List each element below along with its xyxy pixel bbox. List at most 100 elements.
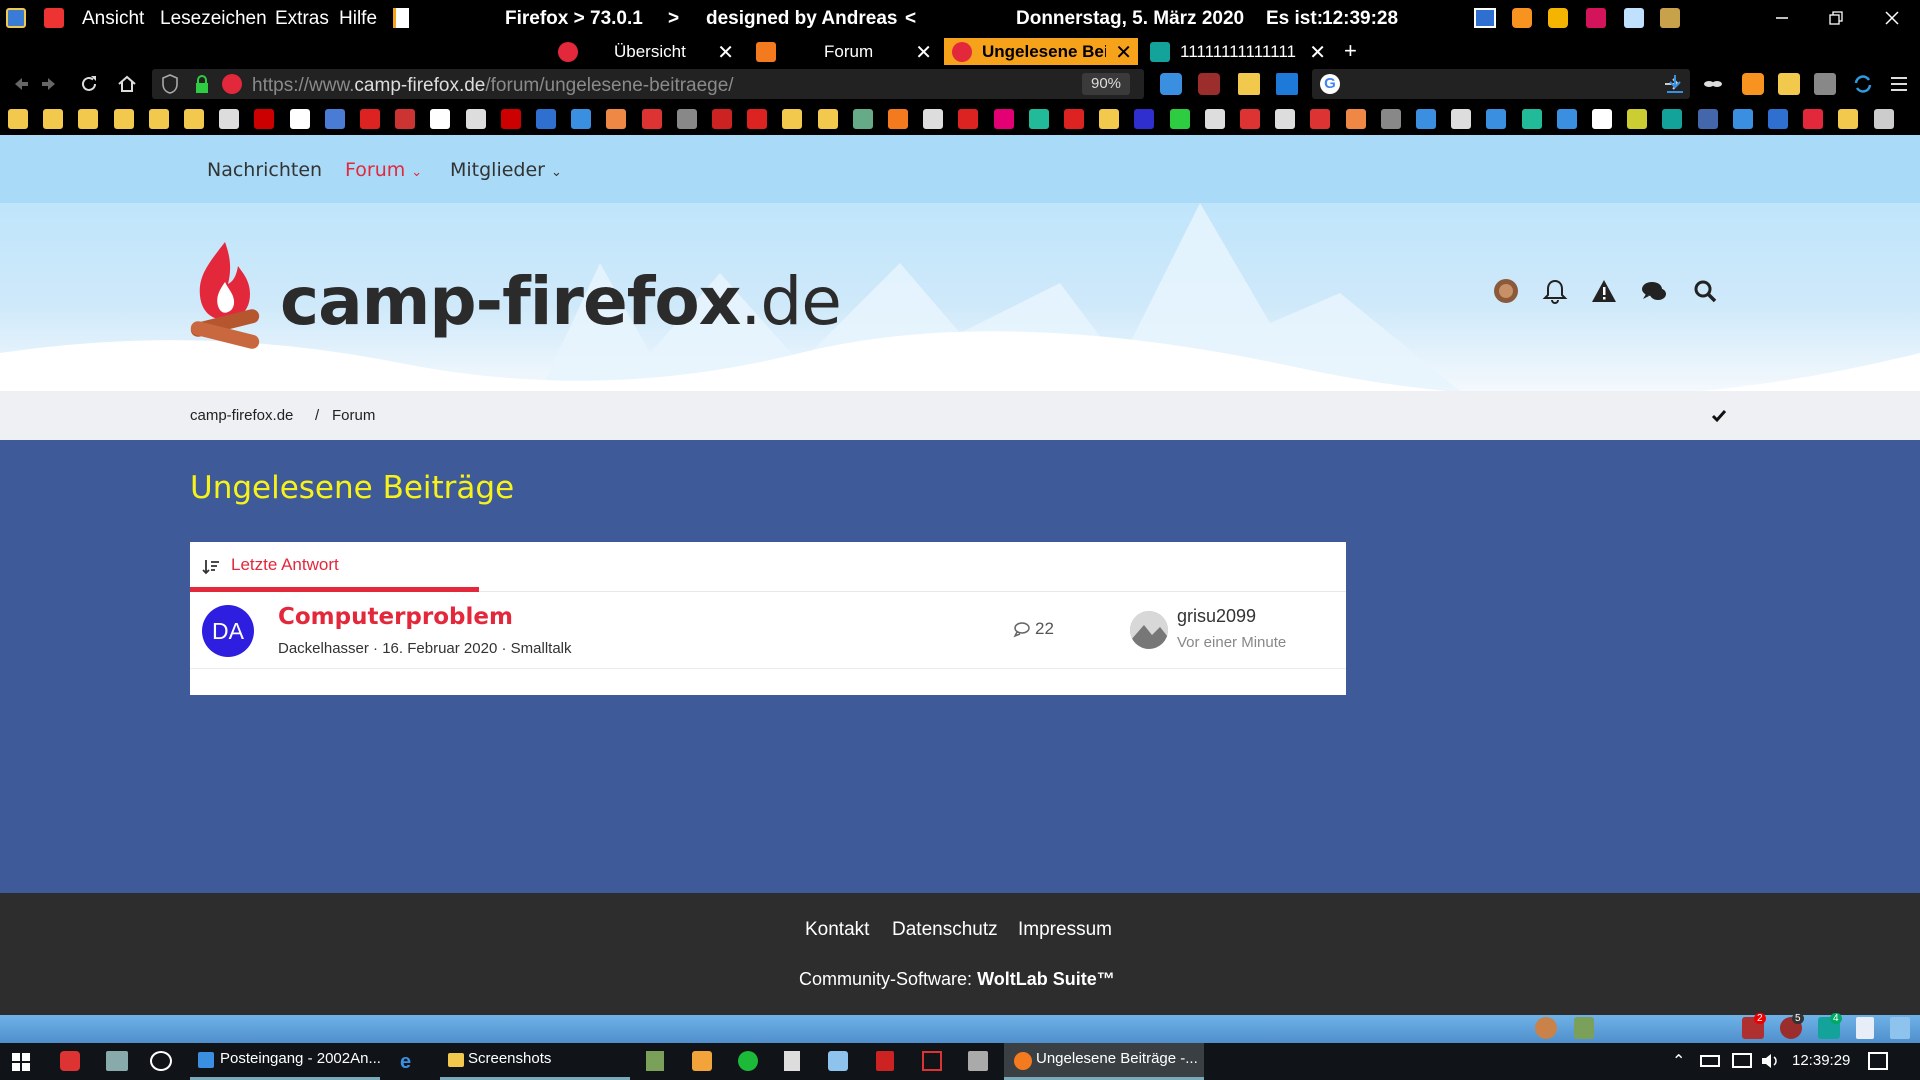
conversations-icon[interactable] bbox=[1641, 278, 1667, 304]
software-name[interactable]: WoltLab Suite™ bbox=[977, 969, 1115, 989]
bookmark-icon[interactable] bbox=[958, 109, 979, 129]
bookmark-icon[interactable] bbox=[1380, 109, 1401, 129]
shield-icon[interactable] bbox=[162, 74, 178, 94]
bookmark-icon[interactable] bbox=[430, 109, 451, 129]
calendar-icon[interactable] bbox=[44, 8, 64, 28]
taskbar-app-icon[interactable] bbox=[150, 1051, 172, 1071]
thread-row[interactable]: DA Computerproblem Dackelhasser · 16. Fe… bbox=[190, 592, 1346, 669]
bookmark-icon[interactable] bbox=[606, 109, 627, 129]
tab-uebersicht[interactable]: Übersicht ✕ bbox=[550, 38, 740, 65]
footer-link-datenschutz[interactable]: Datenschutz bbox=[892, 919, 998, 941]
breadcrumb-forum[interactable]: Forum bbox=[332, 407, 375, 424]
battery-icon[interactable] bbox=[1700, 1055, 1720, 1067]
mask-icon[interactable] bbox=[1702, 73, 1724, 95]
lock-icon[interactable] bbox=[194, 74, 210, 94]
bookmark-icon[interactable] bbox=[1768, 109, 1788, 129]
bookmark-icon[interactable] bbox=[1416, 109, 1436, 129]
nav-nachrichten[interactable]: Nachrichten bbox=[207, 159, 322, 181]
bookmark-icon[interactable] bbox=[360, 109, 380, 129]
folder-icon[interactable] bbox=[1238, 73, 1260, 95]
taskbar-app-icon[interactable] bbox=[738, 1051, 758, 1071]
bookmark-icon[interactable] bbox=[1204, 109, 1225, 129]
extension-icon[interactable] bbox=[1548, 8, 1568, 28]
extension-icon[interactable] bbox=[1778, 73, 1800, 95]
menu-extras[interactable]: Extras bbox=[275, 8, 329, 30]
footer-link-impressum[interactable]: Impressum bbox=[1018, 919, 1112, 941]
bookmark-icon[interactable] bbox=[1275, 109, 1296, 129]
taskbar-app-icon[interactable] bbox=[876, 1051, 894, 1071]
bookmark-icon[interactable] bbox=[8, 109, 28, 129]
extension-icon[interactable] bbox=[1586, 8, 1606, 28]
download-icon[interactable] bbox=[1664, 73, 1686, 95]
bookmark-icon[interactable] bbox=[1451, 109, 1472, 129]
bookmark-icon[interactable] bbox=[817, 109, 838, 129]
volume-icon[interactable] bbox=[1760, 1051, 1780, 1071]
bookmark-icon[interactable] bbox=[676, 109, 697, 129]
site-logo-text[interactable]: camp-firefox.de bbox=[280, 263, 842, 340]
menu-icon[interactable] bbox=[1888, 73, 1910, 95]
nav-forum[interactable]: Forum ⌄ bbox=[345, 159, 422, 181]
bookmark-icon[interactable] bbox=[1662, 109, 1683, 129]
bookmark-icon[interactable] bbox=[254, 109, 275, 129]
extension-icon[interactable] bbox=[1512, 8, 1532, 28]
extension-icon[interactable] bbox=[1198, 73, 1220, 95]
restore-icon[interactable] bbox=[1824, 6, 1848, 30]
bookmark-icon[interactable] bbox=[395, 109, 416, 129]
extension-icon[interactable] bbox=[1624, 8, 1644, 28]
home-icon[interactable] bbox=[116, 73, 138, 95]
tray-app-icon[interactable] bbox=[1890, 1017, 1910, 1039]
network-icon[interactable] bbox=[1732, 1053, 1752, 1068]
bookmark-icon[interactable] bbox=[1521, 109, 1542, 129]
taskbar-item-firefox[interactable]: Ungelesene Beiträge -... bbox=[1004, 1043, 1204, 1080]
minimize-icon[interactable] bbox=[1770, 6, 1794, 30]
tab-s[interactable]: 11111111111111 ✕ bbox=[1142, 38, 1332, 65]
bookmark-icon[interactable] bbox=[1064, 109, 1084, 129]
taskbar-app-icon[interactable] bbox=[828, 1051, 848, 1071]
bookmark-icon[interactable] bbox=[536, 109, 556, 129]
bookmark-icon[interactable] bbox=[782, 109, 803, 129]
clock[interactable]: 12:39:29 bbox=[1792, 1052, 1850, 1069]
bookmark-icon[interactable] bbox=[465, 109, 486, 129]
app-icon[interactable] bbox=[6, 8, 26, 28]
bookmark-icon[interactable] bbox=[571, 109, 592, 129]
campfire-logo-icon[interactable] bbox=[188, 238, 262, 350]
taskbar-app-icon[interactable] bbox=[784, 1051, 800, 1071]
breadcrumb-home[interactable]: camp-firefox.de bbox=[190, 407, 293, 424]
taskbar-item-screenshots[interactable]: Screenshots bbox=[440, 1043, 630, 1080]
notepad-icon[interactable] bbox=[393, 8, 409, 28]
bookmark-icon[interactable] bbox=[1732, 109, 1753, 129]
bookmark-icon[interactable] bbox=[1345, 109, 1366, 129]
close-tab-icon[interactable]: ✕ bbox=[1309, 40, 1326, 65]
extension-icon[interactable] bbox=[1814, 73, 1836, 95]
taskbar-item-mail[interactable]: Posteingang - 2002An... bbox=[190, 1043, 381, 1080]
close-tab-icon[interactable]: ✕ bbox=[1115, 40, 1132, 65]
bookmark-icon[interactable] bbox=[219, 109, 240, 129]
url-text[interactable]: https://www.camp-firefox.de/forum/ungele… bbox=[252, 75, 734, 97]
thread-title[interactable]: Computerproblem bbox=[278, 604, 513, 630]
bookmark-icon[interactable] bbox=[148, 109, 169, 129]
taskbar-app-icon[interactable] bbox=[106, 1051, 128, 1071]
menu-ansicht[interactable]: Ansicht bbox=[82, 8, 144, 30]
bookmark-icon[interactable] bbox=[888, 109, 908, 129]
bookmark-icon[interactable] bbox=[500, 109, 521, 129]
author-avatar[interactable]: DA bbox=[202, 605, 254, 657]
extension-icon[interactable] bbox=[1160, 73, 1182, 95]
forward-icon[interactable] bbox=[40, 73, 62, 95]
tray-app-icon[interactable] bbox=[1574, 1017, 1594, 1039]
close-tab-icon[interactable]: ✕ bbox=[717, 40, 734, 65]
bookmark-icon[interactable] bbox=[1099, 109, 1120, 129]
last-poster-name[interactable]: grisu2099 bbox=[1177, 606, 1256, 627]
taskbar-app-icon[interactable] bbox=[968, 1051, 988, 1071]
thread-author[interactable]: Dackelhasser bbox=[278, 640, 369, 657]
bookmark-icon[interactable] bbox=[1556, 109, 1577, 129]
search-input[interactable]: G bbox=[1312, 69, 1690, 99]
last-poster-avatar[interactable] bbox=[1130, 611, 1168, 649]
bookmark-icon[interactable] bbox=[1697, 109, 1718, 129]
tray-app-icon[interactable]: 5 bbox=[1780, 1013, 1804, 1039]
bookmark-icon[interactable] bbox=[324, 109, 345, 129]
sort-label[interactable]: Letzte Antwort bbox=[231, 555, 339, 575]
bookmark-icon[interactable] bbox=[1169, 109, 1190, 129]
bookmark-icon[interactable] bbox=[852, 109, 873, 129]
window-icon[interactable] bbox=[1474, 8, 1496, 28]
user-avatar[interactable] bbox=[1493, 278, 1519, 304]
